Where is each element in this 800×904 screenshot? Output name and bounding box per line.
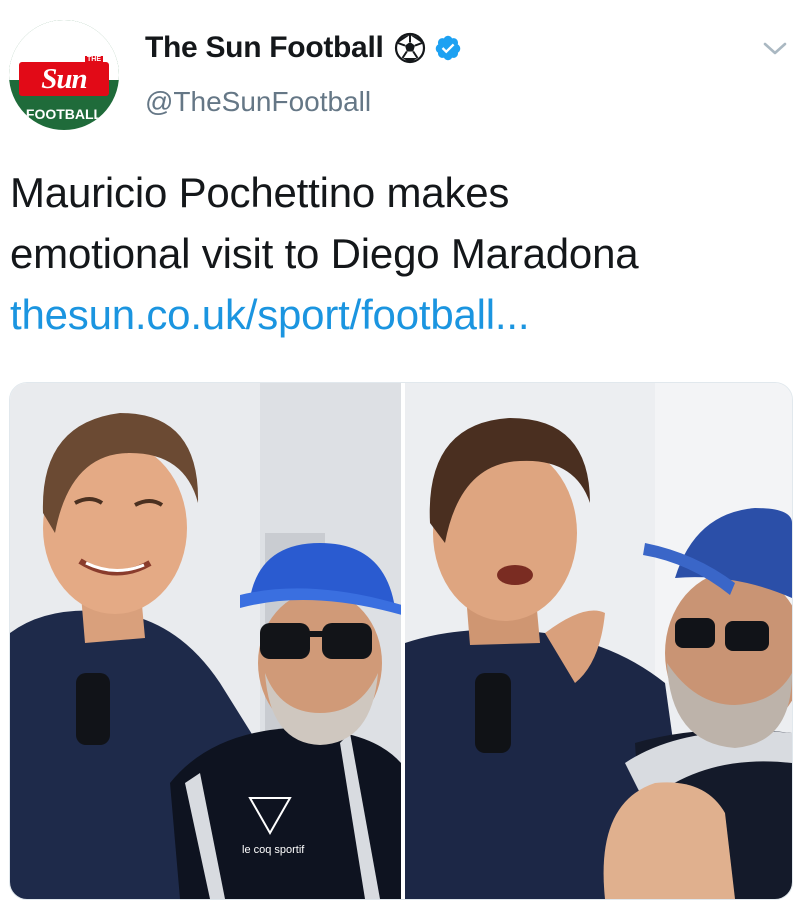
tweet-text-line: emotional visit to Diego Maradona	[10, 230, 639, 277]
photo-pochettino-maradona-embrace[interactable]	[405, 383, 792, 899]
tweet: Sun THE FOOTBALL The Sun Football @TheSu…	[0, 0, 800, 904]
avatar-section-label: FOOTBALL	[25, 106, 103, 122]
verified-badge-icon	[435, 35, 460, 61]
soccer-ball-icon	[394, 32, 425, 64]
chevron-down-icon[interactable]	[762, 40, 788, 58]
avatar[interactable]: Sun THE FOOTBALL	[9, 20, 119, 130]
photo-illustration	[405, 383, 792, 899]
shirt-logo-text: le coq sportif	[242, 844, 305, 856]
sun-logo-prefix: THE	[85, 56, 103, 63]
tweet-link[interactable]: thesun.co.uk/sport/football...	[10, 284, 795, 345]
tweet-text-line: Mauricio Pochettino makes	[10, 169, 510, 216]
photo-pochettino-maradona-smiling[interactable]: le coq sportif	[10, 383, 401, 899]
sun-logo-wordmark: Sun	[41, 63, 87, 95]
photo-illustration: le coq sportif	[10, 383, 401, 899]
display-name-row: The Sun Football	[145, 26, 462, 70]
sun-logo: Sun	[19, 62, 109, 96]
media-grid: le coq sportif	[9, 382, 793, 900]
display-name[interactable]: The Sun Football	[145, 31, 384, 65]
account-handle[interactable]: @TheSunFootball	[145, 86, 371, 118]
tweet-text: Mauricio Pochettino makes emotional visi…	[10, 162, 795, 345]
